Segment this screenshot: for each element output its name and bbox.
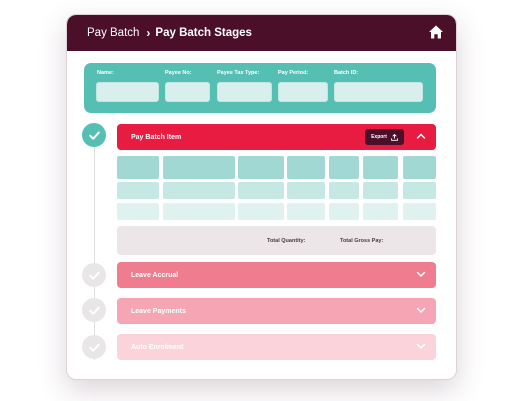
chevron-down-icon[interactable]	[416, 270, 426, 278]
table-row-2-cell	[287, 203, 325, 220]
page-title: Pay Batch Stages	[155, 27, 252, 39]
table-row-1-cell	[329, 182, 359, 199]
table-row-1-cell	[363, 182, 398, 199]
stage-auto-enrolment-header[interactable]: Auto Enrolment	[117, 334, 436, 360]
upload-icon	[391, 133, 398, 141]
header-bar: Pay Batch › Pay Batch Stages	[67, 15, 456, 51]
filter-label-payee-no: Payee No:	[165, 70, 192, 76]
breadcrumb-separator-icon: ›	[146, 26, 151, 40]
table-row-1-cell	[238, 182, 284, 199]
breadcrumb-pay-batch[interactable]: Pay Batch	[87, 27, 139, 39]
batch-id-input[interactable]	[334, 82, 423, 102]
filter-label-payee-tax-type: Payee Tax Type:	[217, 70, 260, 76]
table-row-2-cell	[363, 203, 398, 220]
table-row-1-cell	[163, 182, 235, 199]
chevron-down-icon[interactable]	[416, 342, 426, 350]
stage-label: Pay Batch Item	[131, 133, 182, 141]
step-1-check-icon	[82, 123, 106, 147]
stage-leave-accrual-header[interactable]: Leave Accrual	[117, 262, 436, 288]
filter-label-batch-id: Batch ID:	[334, 70, 359, 76]
filter-label-pay-period: Pay Period:	[278, 70, 309, 76]
table-header-cell	[287, 156, 325, 179]
stage-label: Auto Enrolment	[131, 343, 184, 351]
table-header-cell	[117, 156, 159, 179]
chevron-down-icon[interactable]	[416, 306, 426, 314]
pay-batch-card: Pay Batch › Pay Batch Stages Name: Payee…	[66, 14, 457, 380]
total-quantity-label: Total Quantity:	[267, 238, 306, 244]
table-row-2-cell	[163, 203, 235, 220]
stage-pay-batch-item-header[interactable]: Pay Batch Item Export	[117, 124, 436, 150]
home-icon[interactable]	[428, 24, 444, 40]
stage-label: Leave Payments	[131, 307, 186, 315]
table-row-2-cell	[238, 203, 284, 220]
stage-timeline-line	[94, 135, 95, 360]
table-row-1-cell	[117, 182, 159, 199]
export-button[interactable]: Export	[365, 129, 404, 145]
table-header-cell	[329, 156, 359, 179]
export-label: Export	[371, 134, 387, 140]
chevron-up-icon[interactable]	[416, 132, 426, 140]
table-row-1-cell	[403, 182, 436, 199]
filter-panel: Name: Payee No: Payee Tax Type: Pay Peri…	[84, 63, 436, 113]
table-header-cell	[363, 156, 398, 179]
table-header-cell	[163, 156, 235, 179]
table-row-2-cell	[403, 203, 436, 220]
table-row-2-cell	[329, 203, 359, 220]
name-input[interactable]	[96, 82, 159, 102]
stage-leave-payments-header[interactable]: Leave Payments	[117, 298, 436, 324]
stage-label: Leave Accrual	[131, 271, 179, 279]
pay-period-input[interactable]	[278, 82, 328, 102]
step-4-check-icon	[82, 335, 106, 359]
payee-no-input[interactable]	[165, 82, 210, 102]
step-3-check-icon	[82, 298, 106, 322]
payee-tax-type-input[interactable]	[217, 82, 272, 102]
step-2-check-icon	[82, 263, 106, 287]
table-header-cell	[238, 156, 284, 179]
totals-bar: Total Quantity: Total Gross Pay:	[117, 226, 436, 255]
table-header-cell	[403, 156, 436, 179]
table-row-1-cell	[287, 182, 325, 199]
filter-label-name: Name:	[97, 70, 114, 76]
table-row-2-cell	[117, 203, 159, 220]
total-gross-pay-label: Total Gross Pay:	[340, 238, 384, 244]
